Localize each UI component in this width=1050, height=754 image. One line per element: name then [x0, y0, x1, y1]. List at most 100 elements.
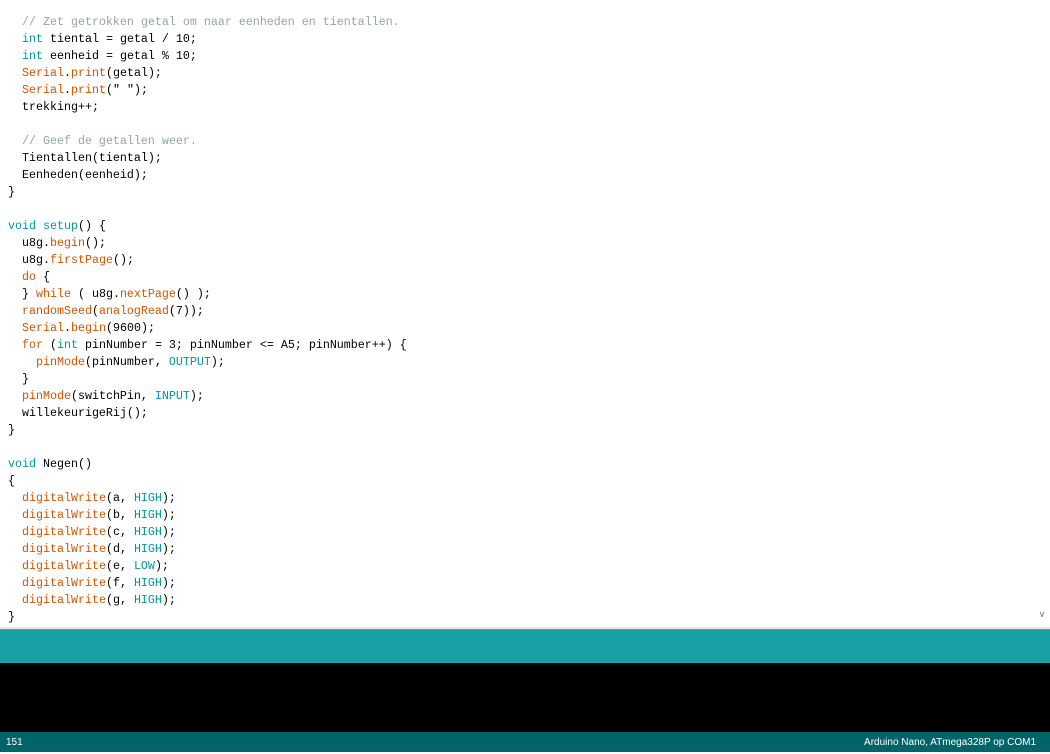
- code-line[interactable]: // Geef de getallen weer.: [8, 133, 407, 150]
- token-code-text: (" ");: [105, 83, 148, 97]
- code-line[interactable]: Serial.print(getal);: [8, 65, 407, 82]
- code-line[interactable]: trekking++;: [8, 99, 407, 116]
- code-line[interactable]: void Negen(): [8, 456, 407, 473]
- code-line[interactable]: digitalWrite(g, HIGH);: [8, 592, 407, 609]
- code-line[interactable]: u8g.firstPage();: [8, 252, 407, 269]
- code-line[interactable]: willekeurigeRij();: [8, 405, 407, 422]
- token-code-text: );: [154, 559, 169, 573]
- token-function: digitalWrite: [22, 525, 106, 539]
- code-line[interactable]: [8, 201, 407, 218]
- token-code-text: {: [36, 270, 50, 284]
- code-line[interactable]: int eenheid = getal % 10;: [8, 48, 407, 65]
- token-code-text: (g,: [105, 593, 134, 607]
- token-code-text: );: [189, 389, 204, 403]
- token-keyword: int: [57, 338, 78, 352]
- token-code-text: [8, 389, 22, 403]
- code-line[interactable]: pinMode(pinNumber, OUTPUT);: [8, 354, 407, 371]
- token-code-text: trekking++;: [8, 100, 99, 114]
- code-line[interactable]: [8, 116, 407, 133]
- token-comment: // Zet getrokken getal om naar eenheden …: [8, 15, 400, 29]
- token-comment: // Geef de getallen weer.: [8, 134, 197, 148]
- code-line[interactable]: for (int pinNumber = 3; pinNumber <= A5;…: [8, 337, 407, 354]
- code-line[interactable]: digitalWrite(f, HIGH);: [8, 575, 407, 592]
- code-text-area[interactable]: // Zet getrokken getal om naar eenheden …: [8, 14, 407, 626]
- code-line[interactable]: randomSeed(analogRead(7));: [8, 303, 407, 320]
- token-constant: LOW: [133, 559, 155, 573]
- token-code-text: );: [161, 508, 176, 522]
- token-code-text: ();: [84, 236, 106, 250]
- token-function: while: [35, 287, 71, 301]
- token-code-text: (: [91, 304, 99, 318]
- token-code-text: (d,: [105, 542, 134, 556]
- token-code-text: [8, 525, 22, 539]
- token-code-text: () {: [77, 219, 106, 233]
- token-constant: OUTPUT: [168, 355, 211, 369]
- token-function: pinMode: [35, 355, 85, 369]
- token-code-text: );: [161, 542, 176, 556]
- code-line[interactable]: Tientallen(tiental);: [8, 150, 407, 167]
- token-code-text: [8, 49, 22, 63]
- code-line[interactable]: }: [8, 422, 407, 439]
- token-code-text: eenheid = getal % 10;: [43, 49, 197, 63]
- token-code-text: [8, 508, 22, 522]
- code-line[interactable]: {: [8, 473, 407, 490]
- line-number: 151: [6, 737, 23, 748]
- code-line[interactable]: digitalWrite(d, HIGH);: [8, 541, 407, 558]
- token-code-text: Eenheden(eenheid);: [8, 168, 148, 182]
- token-code-text: }: [8, 185, 15, 199]
- code-line[interactable]: Serial.print(" ");: [8, 82, 407, 99]
- token-code-text: );: [161, 593, 176, 607]
- token-code-text: tiental = getal / 10;: [43, 32, 197, 46]
- token-constant: HIGH: [133, 525, 162, 539]
- code-line[interactable]: do {: [8, 269, 407, 286]
- token-keyword: void: [8, 457, 36, 471]
- code-line[interactable]: digitalWrite(e, LOW);: [8, 558, 407, 575]
- token-code-text: }: [8, 610, 15, 624]
- code-line[interactable]: pinMode(switchPin, INPUT);: [8, 388, 407, 405]
- token-keyword: int: [22, 49, 43, 63]
- token-code-text: .: [63, 321, 71, 335]
- token-function: digitalWrite: [22, 508, 106, 522]
- token-code-text: }: [8, 423, 15, 437]
- code-line[interactable]: void setup() {: [8, 218, 407, 235]
- code-line[interactable]: // Zet getrokken getal om naar eenheden …: [8, 14, 407, 31]
- code-line[interactable]: Eenheden(eenheid);: [8, 167, 407, 184]
- code-line[interactable]: }: [8, 371, 407, 388]
- token-function: Serial: [22, 66, 64, 80]
- token-code-text: (7));: [168, 304, 204, 318]
- token-function: nextPage: [119, 287, 176, 301]
- token-code-text: );: [161, 576, 176, 590]
- code-line[interactable]: u8g.begin();: [8, 235, 407, 252]
- code-line[interactable]: int tiental = getal / 10;: [8, 31, 407, 48]
- code-editor[interactable]: // Zet getrokken getal om naar eenheden …: [0, 0, 1034, 627]
- code-line[interactable]: digitalWrite(a, HIGH);: [8, 490, 407, 507]
- token-code-text: {: [8, 474, 15, 488]
- token-function: pinMode: [22, 389, 71, 403]
- token-function: digitalWrite: [22, 576, 106, 590]
- token-code-text: [8, 542, 22, 556]
- code-line[interactable]: } while ( u8g.nextPage() );: [8, 286, 407, 303]
- token-constant: HIGH: [133, 542, 162, 556]
- token-constant: HIGH: [133, 576, 162, 590]
- token-function: digitalWrite: [22, 491, 106, 505]
- token-code-text: [8, 83, 22, 97]
- token-code-text: (a,: [105, 491, 134, 505]
- code-line[interactable]: }: [8, 609, 407, 626]
- token-code-text: ();: [112, 253, 134, 267]
- code-line[interactable]: }: [8, 184, 407, 201]
- code-line[interactable]: [8, 439, 407, 456]
- token-code-text: u8g.: [8, 236, 50, 250]
- code-line[interactable]: digitalWrite(c, HIGH);: [8, 524, 407, 541]
- token-code-text: [8, 270, 22, 284]
- token-code-text: pinNumber = 3; pinNumber <= A5; pinNumbe…: [78, 338, 407, 352]
- token-code-text: (9600);: [105, 321, 155, 335]
- scroll-down-icon[interactable]: ∨: [1037, 609, 1047, 621]
- vertical-scrollbar[interactable]: ∨: [1034, 0, 1050, 627]
- code-line[interactable]: Serial.begin(9600);: [8, 320, 407, 337]
- token-code-text: [8, 559, 22, 573]
- token-code-text: u8g.: [8, 253, 50, 267]
- code-line[interactable]: digitalWrite(b, HIGH);: [8, 507, 407, 524]
- token-code-text: Tientallen(tiental);: [8, 151, 162, 165]
- board-info: Arduino Nano, ATmega328P op COM1: [864, 737, 1036, 748]
- token-function: print: [70, 66, 106, 80]
